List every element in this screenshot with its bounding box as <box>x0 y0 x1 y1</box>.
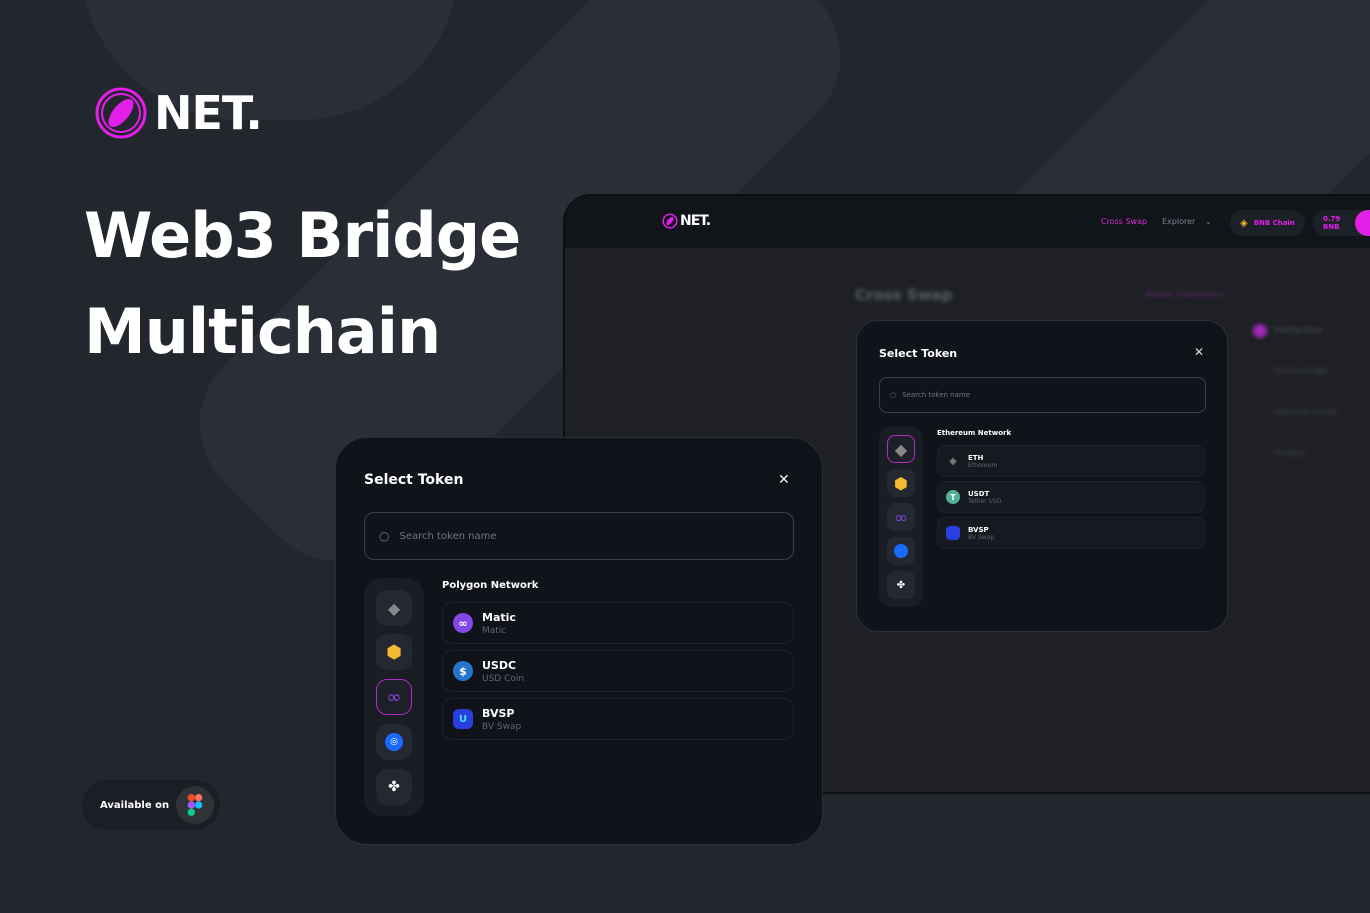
matic-icon: ∞ <box>453 613 473 633</box>
chain-ethereum[interactable]: ◆ <box>376 590 412 626</box>
usdt-icon: T <box>946 490 960 504</box>
bvsp-icon <box>946 526 960 540</box>
chevron-down-icon[interactable]: ⌄ <box>1205 217 1212 226</box>
modal-title: Select Token <box>364 472 464 488</box>
chain-ethereum[interactable]: ◆ <box>887 435 915 463</box>
close-icon[interactable]: ✕ <box>778 472 790 488</box>
token-row[interactable]: BVSP BV Swap <box>937 517 1205 549</box>
chain-cronos[interactable]: ✤ <box>887 571 915 599</box>
chain-selector[interactable]: ◈ BNB Chain <box>1230 210 1305 236</box>
logo: NET. <box>94 86 263 140</box>
chain-rail: ◆ ⬢ ∞ ◎ ✤ <box>364 578 424 816</box>
logo-icon <box>95 87 147 139</box>
brand-name: NET. <box>154 86 263 140</box>
step-dot-active <box>1253 324 1267 338</box>
step-label: Starting Swap <box>1273 326 1323 334</box>
token-row[interactable]: ∞ Matic Matic <box>442 602 794 644</box>
token-row[interactable]: $ USDC USD Coin <box>442 650 794 692</box>
figma-icon <box>176 786 214 824</box>
usdc-icon: $ <box>453 661 473 681</box>
search-icon: ○ <box>890 391 897 399</box>
token-row[interactable]: U BVSP BV Swap <box>442 698 794 740</box>
step-label: Complete <box>1273 449 1307 457</box>
eth-icon: ◆ <box>949 455 957 467</box>
step-label: Approving Transfer <box>1273 408 1340 416</box>
chain-fantom[interactable]: ◎ <box>376 724 412 760</box>
nav-explorer[interactable]: Explorer <box>1162 217 1195 226</box>
search-icon: ○ <box>379 529 390 543</box>
search-input[interactable]: ○ Search token name <box>364 512 794 560</box>
chain-polygon[interactable]: ∞ <box>887 503 915 531</box>
page-title: Cross Swap <box>855 286 953 304</box>
token-row[interactable]: ◆ ETH Ethereum <box>937 445 1205 477</box>
hero-title-line2: Multichain <box>84 295 441 368</box>
recent-transactions-link[interactable]: Recent Transactions <box>1145 290 1225 299</box>
available-on-badge[interactable]: Available on <box>82 780 220 830</box>
app-select-token-modal: Select Token ✕ ○ Search token name ◆ ⬢ ∞ … <box>856 320 1228 632</box>
step-label: Crossing Bridge <box>1273 367 1329 375</box>
network-label: Polygon Network <box>442 580 539 591</box>
chain-fantom[interactable] <box>887 537 915 565</box>
modal-title: Select Token <box>879 347 958 360</box>
app-header: NET. Cross Swap Explorer ⌄ ◈ BNB Chain 0.… <box>565 196 1370 248</box>
chain-rail: ◆ ⬢ ∞ ✤ <box>879 427 923 607</box>
network-label: Ethereum Network <box>937 429 1012 437</box>
app-logo: NET. <box>662 213 711 229</box>
nav-cross-swap[interactable]: Cross Swap <box>1101 217 1147 226</box>
token-row[interactable]: T USDT Tether USD <box>937 481 1205 513</box>
select-token-modal: Select Token ✕ ○ Search token name ◆ ⬢ ∞ … <box>335 437 823 845</box>
hero-title-line1: Web3 Bridge <box>84 199 521 272</box>
bnb-icon: ◈ <box>1240 217 1248 229</box>
chain-bnb[interactable]: ⬢ <box>887 469 915 497</box>
badge-label: Available on <box>100 799 170 811</box>
search-input[interactable]: ○ Search token name <box>879 377 1206 413</box>
chain-cronos[interactable]: ✤ <box>376 769 412 805</box>
close-icon[interactable]: ✕ <box>1194 345 1204 359</box>
bvsp-icon: U <box>453 709 473 729</box>
chain-polygon[interactable]: ∞ <box>376 679 412 715</box>
chain-bnb[interactable]: ⬢ <box>376 634 412 670</box>
